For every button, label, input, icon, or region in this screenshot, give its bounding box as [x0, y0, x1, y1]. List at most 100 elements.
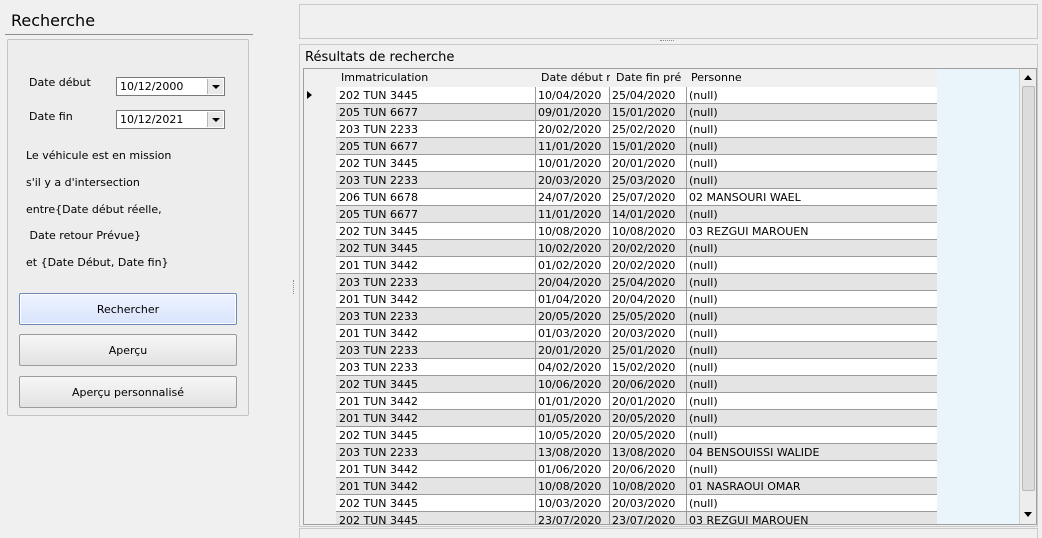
cell-date-fin[interactable]: 20/04/2020	[612, 293, 684, 306]
cell-personne[interactable]: (null)	[689, 327, 934, 340]
cell-personne[interactable]: 01 NASRAOUI OMAR	[689, 480, 934, 493]
cell-date-fin[interactable]: 20/03/2020	[612, 327, 684, 340]
cell-date-fin[interactable]: 25/05/2020	[612, 310, 684, 323]
horizontal-splitter-grip-icon[interactable]	[660, 40, 674, 43]
cell-date-fin[interactable]: 23/07/2020	[612, 514, 684, 524]
cell-immatriculation[interactable]: 205 TUN 6677	[339, 208, 535, 221]
column-header-date-fin[interactable]: Date fin pré	[616, 71, 685, 84]
cell-date-debut[interactable]: 10/01/2020	[538, 157, 608, 170]
cell-personne[interactable]: (null)	[689, 361, 934, 374]
cell-personne[interactable]: 02 MANSOURI WAEL	[689, 191, 934, 204]
cell-date-debut[interactable]: 01/04/2020	[538, 293, 608, 306]
cell-date-debut[interactable]: 11/01/2020	[538, 140, 608, 153]
cell-date-debut[interactable]: 20/03/2020	[538, 174, 608, 187]
scroll-down-icon[interactable]	[1021, 508, 1035, 522]
cell-date-debut[interactable]: 23/07/2020	[538, 514, 608, 524]
cell-immatriculation[interactable]: 201 TUN 3442	[339, 480, 535, 493]
cell-date-fin[interactable]: 20/01/2020	[612, 395, 684, 408]
cell-personne[interactable]: (null)	[689, 395, 934, 408]
table-row[interactable]: 203 TUN 2233 20/04/2020 25/04/2020 (null)	[336, 274, 937, 291]
cell-immatriculation[interactable]: 203 TUN 2233	[339, 361, 535, 374]
vertical-scrollbar[interactable]	[1019, 69, 1036, 524]
cell-immatriculation[interactable]: 203 TUN 2233	[339, 276, 535, 289]
chevron-down-icon[interactable]	[207, 79, 223, 94]
cell-date-debut[interactable]: 10/04/2020	[538, 89, 608, 102]
table-row[interactable]: 203 TUN 2233 13/08/2020 13/08/2020 04 BENSO…	[336, 444, 937, 461]
cell-immatriculation[interactable]: 203 TUN 2233	[339, 174, 535, 187]
cell-personne[interactable]: 04 BENSOUISSI WALIDE	[689, 446, 934, 459]
cell-date-debut[interactable]: 11/01/2020	[538, 208, 608, 221]
cell-date-debut[interactable]: 20/01/2020	[538, 344, 608, 357]
table-row[interactable]: 201 TUN 3442 10/08/2020 10/08/2020 01 NASRA…	[336, 478, 937, 495]
cell-immatriculation[interactable]: 202 TUN 3445	[339, 378, 535, 391]
cell-date-debut[interactable]: 09/01/2020	[538, 106, 608, 119]
table-row[interactable]: 202 TUN 3445 10/06/2020 20/06/2020 (null)	[336, 376, 937, 393]
table-row[interactable]: 202 TUN 3445 23/07/2020 23/07/2020 03 REZGU…	[336, 512, 937, 524]
rechercher-button[interactable]: Rechercher	[19, 293, 237, 325]
table-row[interactable]: 201 TUN 3442 01/05/2020 20/05/2020 (null)	[336, 410, 937, 427]
date-fin-picker[interactable]: 10/12/2021	[116, 110, 225, 129]
table-row[interactable]: 202 TUN 3445 10/04/2020 25/04/2020 (null)	[336, 87, 937, 104]
cell-immatriculation[interactable]: 202 TUN 3445	[339, 429, 535, 442]
cell-date-debut[interactable]: 10/03/2020	[538, 497, 608, 510]
scrollbar-thumb[interactable]	[1022, 86, 1035, 491]
cell-personne[interactable]: (null)	[689, 259, 934, 272]
cell-date-fin[interactable]: 14/01/2020	[612, 208, 684, 221]
cell-date-debut[interactable]: 10/08/2020	[538, 225, 608, 238]
cell-date-fin[interactable]: 15/01/2020	[612, 106, 684, 119]
cell-immatriculation[interactable]: 202 TUN 3445	[339, 514, 535, 524]
cell-personne[interactable]: (null)	[689, 429, 934, 442]
cell-personne[interactable]: (null)	[689, 276, 934, 289]
cell-date-fin[interactable]: 25/02/2020	[612, 123, 684, 136]
cell-date-debut[interactable]: 20/04/2020	[538, 276, 608, 289]
cell-immatriculation[interactable]: 203 TUN 2233	[339, 310, 535, 323]
table-row[interactable]: 201 TUN 3442 01/02/2020 20/02/2020 (null)	[336, 257, 937, 274]
cell-date-fin[interactable]: 25/03/2020	[612, 174, 684, 187]
cell-personne[interactable]: (null)	[689, 106, 934, 119]
cell-personne[interactable]: (null)	[689, 157, 934, 170]
cell-immatriculation[interactable]: 203 TUN 2233	[339, 123, 535, 136]
cell-date-fin[interactable]: 15/02/2020	[612, 361, 684, 374]
table-row[interactable]: 202 TUN 3445 10/02/2020 20/02/2020 (null)	[336, 240, 937, 257]
cell-personne[interactable]: (null)	[689, 497, 934, 510]
cell-immatriculation[interactable]: 202 TUN 3445	[339, 89, 535, 102]
table-row[interactable]: 203 TUN 2233 20/05/2020 25/05/2020 (null)	[336, 308, 937, 325]
cell-date-fin[interactable]: 25/01/2020	[612, 344, 684, 357]
cell-immatriculation[interactable]: 201 TUN 3442	[339, 463, 535, 476]
table-row[interactable]: 205 TUN 6677 11/01/2020 15/01/2020 (null)	[336, 138, 937, 155]
cell-date-fin[interactable]: 20/06/2020	[612, 378, 684, 391]
table-row[interactable]: 203 TUN 2233 20/03/2020 25/03/2020 (null)	[336, 172, 937, 189]
cell-date-fin[interactable]: 20/05/2020	[612, 412, 684, 425]
cell-personne[interactable]: 03 REZGUI MAROUEN	[689, 514, 934, 524]
table-row[interactable]: 202 TUN 3445 10/08/2020 10/08/2020 03 REZGU…	[336, 223, 937, 240]
results-grid[interactable]: Immatriculation Date début r Date fin pr…	[303, 68, 1037, 525]
cell-immatriculation[interactable]: 201 TUN 3442	[339, 412, 535, 425]
cell-date-fin[interactable]: 13/08/2020	[612, 446, 684, 459]
cell-immatriculation[interactable]: 205 TUN 6677	[339, 106, 535, 119]
table-row[interactable]: 205 TUN 6677 11/01/2020 14/01/2020 (null)	[336, 206, 937, 223]
cell-personne[interactable]: (null)	[689, 344, 934, 357]
date-debut-picker[interactable]: 10/12/2000	[116, 77, 225, 96]
table-row[interactable]: 202 TUN 3445 10/03/2020 20/03/2020 (null)	[336, 495, 937, 512]
cell-immatriculation[interactable]: 203 TUN 2233	[339, 446, 535, 459]
cell-date-fin[interactable]: 10/08/2020	[612, 225, 684, 238]
column-header-immatriculation[interactable]: Immatriculation	[341, 71, 531, 84]
apercu-button[interactable]: Aperçu	[19, 334, 237, 366]
vertical-splitter[interactable]	[292, 0, 298, 537]
cell-date-fin[interactable]: 25/04/2020	[612, 276, 684, 289]
cell-immatriculation[interactable]: 203 TUN 2233	[339, 344, 535, 357]
cell-personne[interactable]: 03 REZGUI MAROUEN	[689, 225, 934, 238]
cell-personne[interactable]: (null)	[689, 123, 934, 136]
cell-date-fin[interactable]: 10/08/2020	[612, 480, 684, 493]
column-header-personne[interactable]: Personne	[691, 71, 891, 84]
cell-personne[interactable]: (null)	[689, 463, 934, 476]
cell-immatriculation[interactable]: 201 TUN 3442	[339, 395, 535, 408]
cell-date-fin[interactable]: 20/05/2020	[612, 429, 684, 442]
cell-date-debut[interactable]: 13/08/2020	[538, 446, 608, 459]
cell-date-debut[interactable]: 20/02/2020	[538, 123, 608, 136]
cell-date-debut[interactable]: 10/02/2020	[538, 242, 608, 255]
cell-personne[interactable]: (null)	[689, 174, 934, 187]
cell-date-debut[interactable]: 10/06/2020	[538, 378, 608, 391]
table-row[interactable]: 201 TUN 3442 01/06/2020 20/06/2020 (null)	[336, 461, 937, 478]
cell-date-fin[interactable]: 20/03/2020	[612, 497, 684, 510]
